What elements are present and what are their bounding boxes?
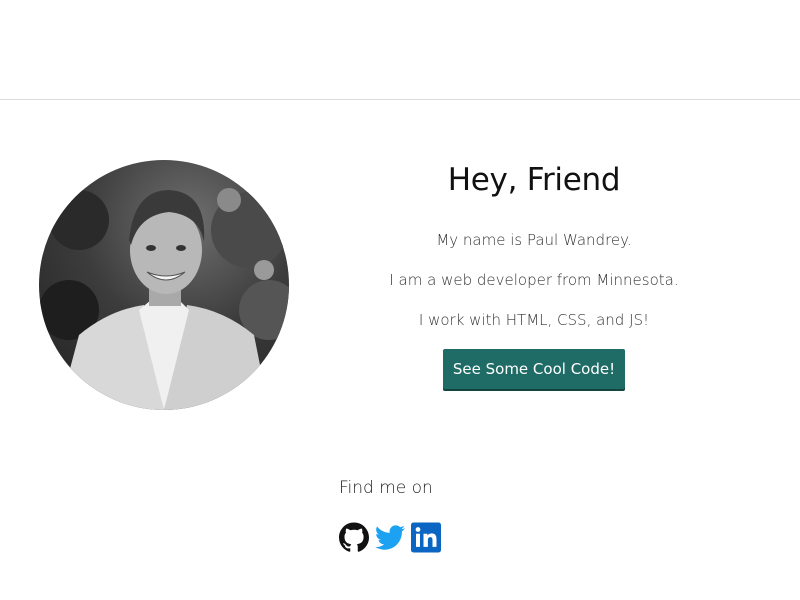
intro-section: Hey, Friend My name is Paul Wandrey. I a… — [368, 158, 700, 389]
profile-photo-image — [39, 188, 289, 410]
page-title: Hey, Friend — [447, 162, 621, 198]
intro-line-skills: I work with HTML, CSS, and JS! — [418, 311, 650, 329]
profile-photo — [39, 160, 289, 410]
intro-line-name: My name is Paul Wandrey. — [436, 231, 632, 249]
github-link[interactable] — [339, 522, 369, 553]
linkedin-link[interactable] — [411, 522, 441, 553]
intro-line-role: I am a web developer from Minnesota. — [389, 271, 679, 289]
social-links — [339, 522, 441, 553]
github-icon — [339, 522, 369, 552]
linkedin-icon — [411, 522, 441, 553]
twitter-link[interactable] — [375, 522, 405, 553]
see-code-button[interactable]: See Some Cool Code! — [442, 349, 626, 389]
twitter-icon — [375, 525, 405, 550]
social-heading: Find me on — [339, 478, 433, 498]
header-bar — [0, 0, 800, 100]
